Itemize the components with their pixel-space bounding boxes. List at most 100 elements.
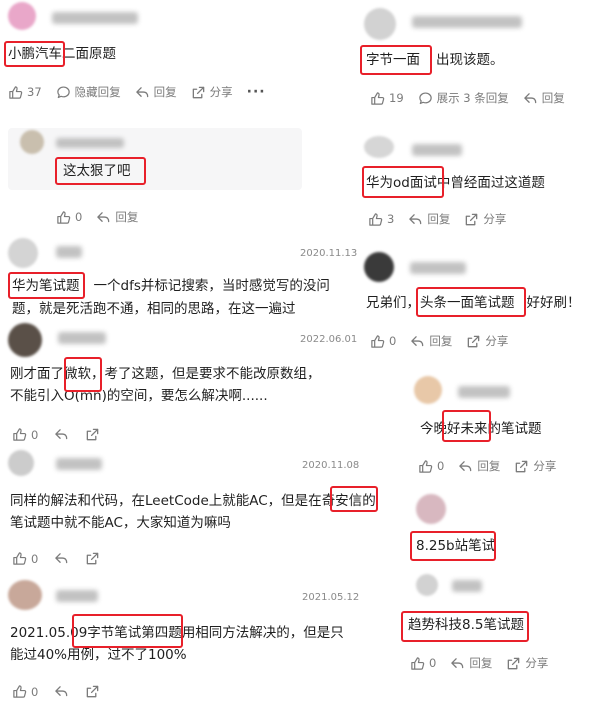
comment-text-line2: 不能引入O(mn)的空间，要怎么解决啊...... — [10, 388, 268, 404]
comment-bubble-icon — [56, 85, 71, 100]
like-button[interactable]: 0 — [370, 334, 396, 349]
reply-button[interactable]: 回复 — [450, 655, 492, 671]
like-button[interactable]: 3 — [368, 212, 394, 227]
highlight-box — [362, 166, 444, 198]
comment-actions: 0 — [12, 551, 100, 566]
avatar[interactable] — [364, 8, 396, 40]
reply-button[interactable]: 回复 — [408, 211, 450, 227]
like-button[interactable]: 0 — [56, 210, 82, 225]
share-button[interactable]: 分享 — [466, 333, 508, 349]
share-button[interactable]: 分享 — [464, 211, 506, 227]
share-button[interactable] — [85, 427, 100, 442]
show-replies-button[interactable]: 展示 3 条回复 — [418, 90, 509, 106]
thumbs-up-icon — [12, 684, 27, 699]
reply-arrow-icon — [54, 427, 69, 442]
reply-button[interactable]: 回复 — [523, 90, 565, 106]
reply-button[interactable]: 回复 — [96, 209, 138, 225]
hide-replies-button[interactable]: 隐藏回复 — [56, 84, 121, 100]
share-icon — [464, 212, 479, 227]
comment-date: 2020.11.08 — [302, 460, 360, 471]
thumbs-up-icon — [8, 85, 23, 100]
avatar[interactable] — [416, 494, 446, 524]
username-blurred[interactable] — [412, 16, 522, 28]
more-button[interactable]: ··· — [247, 84, 266, 100]
share-button[interactable]: 分享 — [506, 655, 548, 671]
highlight-box — [401, 611, 529, 642]
highlight-box — [4, 41, 65, 67]
thumbs-up-icon — [370, 334, 385, 349]
highlight-box — [72, 614, 183, 648]
highlight-box — [64, 357, 102, 392]
share-icon — [85, 551, 100, 566]
reply-button[interactable]: 回复 — [410, 333, 452, 349]
comment-actions: 0 回复 分享 — [410, 655, 548, 671]
share-button[interactable]: 分享 — [514, 458, 556, 474]
username-blurred[interactable] — [52, 12, 138, 24]
comment-actions: 3 回复 分享 — [368, 211, 506, 227]
share-button[interactable] — [85, 684, 100, 699]
avatar[interactable] — [364, 252, 394, 282]
share-icon — [85, 427, 100, 442]
reply-arrow-icon — [135, 85, 150, 100]
username-blurred[interactable] — [58, 332, 106, 344]
like-button[interactable]: 0 — [12, 684, 38, 699]
like-button[interactable]: 0 — [410, 656, 436, 671]
username-blurred[interactable] — [458, 386, 510, 398]
username-blurred[interactable] — [56, 458, 102, 470]
comment-actions: 19 展示 3 条回复 回复 — [370, 90, 565, 106]
highlight-box — [55, 157, 146, 185]
username-blurred[interactable] — [452, 580, 482, 592]
like-button[interactable]: 0 — [12, 551, 38, 566]
share-icon — [466, 334, 481, 349]
thumbs-up-icon — [370, 91, 385, 106]
reply-arrow-icon — [523, 91, 538, 106]
thumbs-up-icon — [418, 459, 433, 474]
reply-arrow-icon — [408, 212, 423, 227]
comment-text-line2: 笔试题中就不能AC，大家知道为嘛吗 — [10, 515, 231, 531]
like-button[interactable]: 0 — [12, 427, 38, 442]
avatar[interactable] — [364, 136, 394, 158]
reply-card — [8, 128, 302, 190]
avatar[interactable] — [20, 130, 44, 154]
username-blurred[interactable] — [56, 246, 82, 258]
username-blurred[interactable] — [56, 590, 98, 602]
reply-arrow-icon — [410, 334, 425, 349]
comment-text-line2: 题，就是死活跑不通，相同的思路，在这一遍过 — [12, 301, 296, 317]
reply-button[interactable] — [54, 684, 69, 699]
thumbs-up-icon — [410, 656, 425, 671]
thumbs-up-icon — [56, 210, 71, 225]
reply-arrow-icon — [96, 210, 111, 225]
like-button[interactable]: 0 — [418, 459, 444, 474]
thumbs-up-icon — [12, 551, 27, 566]
share-icon — [191, 85, 206, 100]
username-blurred[interactable] — [56, 138, 124, 148]
reply-button[interactable] — [54, 551, 69, 566]
avatar[interactable] — [416, 574, 438, 596]
username-blurred[interactable] — [410, 262, 466, 274]
avatar[interactable] — [8, 323, 42, 357]
avatar[interactable] — [8, 580, 42, 610]
avatar[interactable] — [8, 450, 34, 476]
reply-arrow-icon — [54, 684, 69, 699]
reply-button[interactable]: 回复 — [458, 458, 500, 474]
comment-actions: 0 — [12, 427, 100, 442]
avatar[interactable] — [8, 2, 36, 30]
like-button[interactable]: 19 — [370, 91, 404, 106]
share-button[interactable] — [85, 551, 100, 566]
thumbs-up-icon — [12, 427, 27, 442]
share-icon — [85, 684, 100, 699]
reply-arrow-icon — [458, 459, 473, 474]
comment-text: 同样的解法和代码，在LeetCode上就能AC，但是在奇安信的 — [10, 493, 376, 509]
share-icon — [514, 459, 529, 474]
comment-actions: 0 回复 分享 — [418, 458, 556, 474]
highlight-box — [330, 486, 378, 512]
avatar[interactable] — [414, 376, 442, 404]
reply-button[interactable]: 回复 — [135, 84, 177, 100]
highlight-box — [8, 272, 85, 299]
share-button[interactable]: 分享 — [191, 84, 233, 100]
reply-button[interactable] — [54, 427, 69, 442]
username-blurred[interactable] — [412, 144, 462, 156]
comment-actions: 0 回复 分享 — [370, 333, 508, 349]
like-button[interactable]: 37 — [8, 85, 42, 100]
avatar[interactable] — [8, 238, 38, 268]
